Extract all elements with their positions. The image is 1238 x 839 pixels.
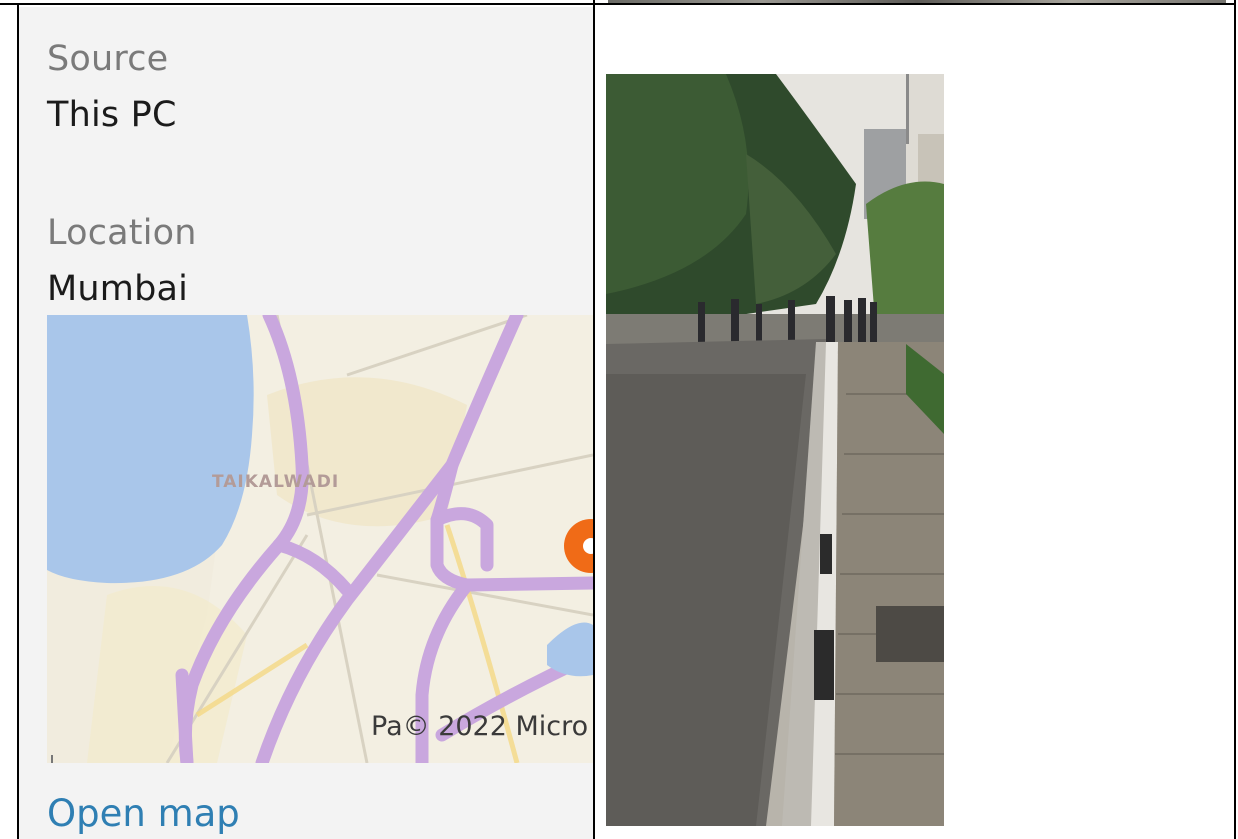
border-top-left [0, 3, 593, 5]
map-place-label: TAIKALWADI [212, 472, 339, 492]
border-middle [593, 0, 595, 839]
open-map-link[interactable]: Open map [47, 792, 240, 835]
location-map[interactable]: TAIKALWADI Pa© 2022 Micro [47, 315, 593, 763]
border-top-right [595, 3, 1236, 5]
source-label: Source [47, 39, 169, 79]
location-label: Location [47, 213, 197, 253]
map-canvas: TAIKALWADI Pa© 2022 Micro [47, 315, 593, 763]
street-photo [606, 74, 944, 826]
source-value: This PC [47, 95, 177, 135]
previous-photo-strip [608, 0, 1226, 3]
water-body [47, 315, 254, 584]
photo-preview [606, 74, 944, 826]
location-value: Mumbai [47, 269, 189, 309]
map-attribution: Pa© 2022 Micro [371, 711, 588, 742]
border-right [1234, 0, 1236, 839]
details-panel: Source This PC Location Mumbai TAIKALWAD… [19, 7, 593, 839]
